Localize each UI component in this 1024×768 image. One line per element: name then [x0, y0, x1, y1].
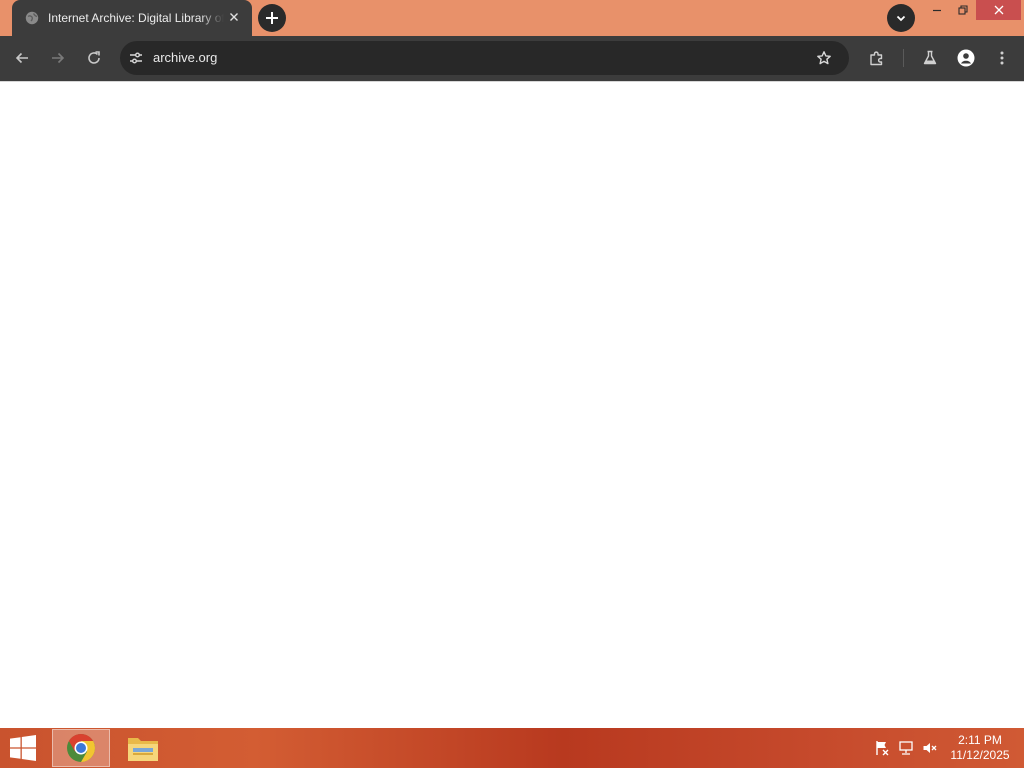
network-icon[interactable] — [897, 740, 915, 756]
person-icon — [957, 49, 975, 67]
extensions-button[interactable] — [863, 44, 891, 72]
arrow-left-icon — [14, 50, 30, 66]
restore-icon — [957, 5, 968, 15]
chrome-icon — [65, 732, 97, 764]
close-icon — [994, 5, 1004, 15]
menu-button[interactable] — [988, 44, 1016, 72]
volume-muted-icon[interactable] — [921, 740, 939, 756]
folder-icon — [127, 734, 159, 762]
reload-button[interactable] — [80, 44, 108, 72]
new-tab-button[interactable] — [258, 4, 286, 32]
taskbar-clock[interactable]: 2:11 PM 11/12/2025 — [940, 733, 1020, 763]
flask-icon — [922, 50, 938, 66]
kebab-icon — [999, 50, 1005, 66]
minimize-icon — [932, 5, 942, 15]
labs-button[interactable] — [916, 44, 944, 72]
arrow-right-icon — [50, 50, 66, 66]
forward-button[interactable] — [44, 44, 72, 72]
tab-title: Internet Archive: Digital Library of Fre… — [48, 11, 224, 25]
taskbar-chrome-button[interactable] — [52, 729, 110, 767]
minimize-button[interactable] — [924, 0, 949, 20]
plus-icon — [265, 11, 279, 25]
globe-icon — [25, 11, 39, 25]
clock-date: 11/12/2025 — [950, 748, 1010, 762]
tune-icon — [128, 50, 144, 66]
close-icon[interactable] — [225, 8, 243, 26]
puzzle-icon — [868, 49, 886, 67]
back-button[interactable] — [8, 44, 36, 72]
page-content[interactable] — [0, 81, 1024, 728]
address-bar[interactable]: archive.org — [120, 41, 849, 75]
browser-toolbar: archive.org — [0, 36, 1024, 81]
browser-tab[interactable]: Internet Archive: Digital Library of Fre… — [12, 0, 252, 36]
window-close-button[interactable] — [976, 0, 1021, 20]
bookmark-button[interactable] — [811, 45, 837, 71]
url-text[interactable]: archive.org — [153, 50, 217, 66]
restore-button[interactable] — [950, 0, 975, 20]
windows-logo-icon — [9, 735, 37, 761]
start-button[interactable] — [6, 734, 40, 762]
star-icon — [816, 50, 832, 66]
profile-button[interactable] — [952, 44, 980, 72]
toolbar-divider — [903, 49, 904, 67]
tab-strip: Internet Archive: Digital Library of Fre… — [0, 0, 1024, 36]
tab-search-button[interactable] — [887, 4, 915, 32]
taskbar: 2:11 PM 11/12/2025 — [0, 728, 1024, 768]
clock-time: 2:11 PM — [958, 733, 1002, 747]
reload-icon — [86, 50, 102, 66]
taskbar-explorer-button[interactable] — [114, 729, 172, 767]
action-center-flag-icon[interactable] — [873, 740, 891, 756]
chevron-down-icon — [895, 12, 907, 24]
site-info-button[interactable] — [123, 45, 149, 71]
